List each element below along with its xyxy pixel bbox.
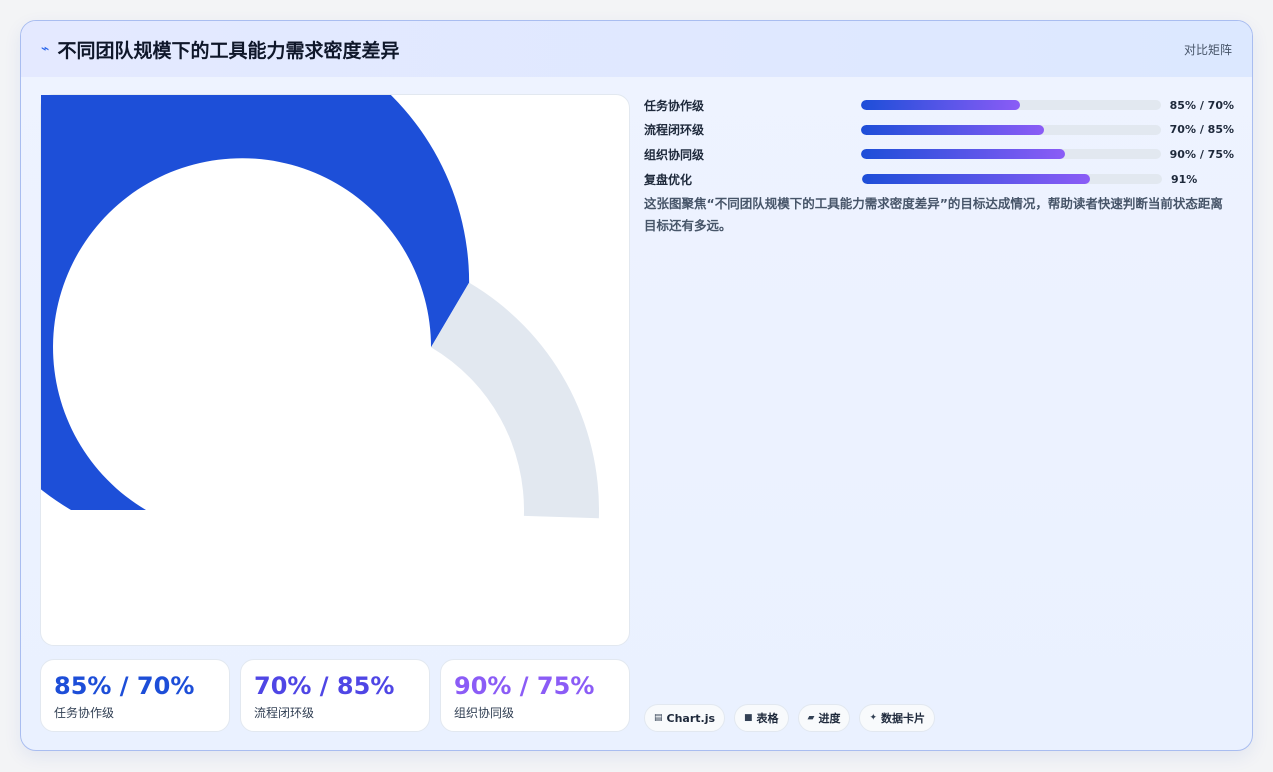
feature-chips: ▤ Chart.js ■ 表格 ▰ 进度 ✦ 数据卡片 (644, 704, 936, 732)
progress-row: 复盘优化 91% (644, 167, 1234, 192)
chip-label: Chart.js (666, 711, 716, 725)
progress-track (862, 174, 1162, 185)
chip-label: 数据卡片 (881, 712, 926, 725)
progress-label: 复盘优化 (644, 172, 693, 187)
pulse-icon: ⌁ (41, 41, 50, 57)
table-icon: ■ (744, 713, 753, 723)
progress-value: 90% / 75% (1169, 147, 1234, 161)
gauge-remaining-arc (431, 282, 599, 519)
progress-label: 流程闭环级 (644, 123, 705, 138)
chip-label: 表格 (756, 712, 779, 725)
progress-track (861, 124, 1161, 135)
stat-card-task: 85% / 70% 任务协作级 (40, 659, 230, 732)
page-title: 不同团队规模下的工具能力需求密度差异 (57, 39, 400, 62)
stat-label: 组织协同级 (454, 706, 515, 720)
progress-row: 组织协同级 90% / 75% (644, 142, 1234, 167)
chip-label: 进度 (818, 712, 841, 725)
progress-fill (861, 149, 1065, 160)
progress-fill (861, 100, 1021, 111)
gauge-value-arc (41, 95, 470, 510)
code-icon: ▤ (654, 713, 663, 723)
stat-card-process: 70% / 85% 流程闭环级 (240, 659, 430, 732)
progress-list: 任务协作级 85% / 70% 流程闭环级 70% / 85% 组织协同级 90… (644, 93, 1234, 191)
chip-chartjs[interactable]: ▤ Chart.js (644, 704, 726, 732)
stat-card-org: 90% / 75% 组织协同级 (440, 659, 630, 732)
chip-progress[interactable]: ▰ 进度 (797, 704, 851, 732)
stat-label: 任务协作级 (54, 706, 115, 720)
progress-icon: ▰ (807, 713, 815, 723)
report-card: ⌁ 不同团队规模下的工具能力需求密度差异 对比矩阵 85% / 70% 任务协作… (20, 20, 1253, 751)
chip-data-card[interactable]: ✦ 数据卡片 (859, 704, 936, 732)
progress-row: 流程闭环级 70% / 85% (644, 118, 1234, 143)
chip-table[interactable]: ■ 表格 (734, 704, 789, 732)
progress-value: 91% (1171, 172, 1198, 186)
sparkle-icon: ✦ (869, 713, 878, 723)
progress-track (861, 149, 1161, 160)
card-header: ⌁ 不同团队规模下的工具能力需求密度差异 对比矩阵 (21, 21, 1252, 77)
progress-track (861, 100, 1161, 111)
progress-fill (862, 174, 1090, 185)
stat-value: 85% / 70% (54, 672, 195, 700)
view-tag: 对比矩阵 (1183, 42, 1232, 57)
progress-fill (861, 124, 1044, 135)
stat-value: 70% / 85% (254, 672, 395, 700)
gauge-chart-panel (40, 94, 630, 646)
gauge-chart (41, 95, 599, 519)
progress-value: 70% / 85% (1169, 123, 1234, 137)
progress-row: 任务协作级 85% / 70% (644, 93, 1234, 118)
progress-label: 任务协作级 (644, 98, 705, 113)
chart-description: 这张图聚焦“不同团队规模下的工具能力需求密度差异”的目标达成情况，帮助读者快速判… (644, 196, 1223, 233)
progress-label: 组织协同级 (644, 147, 705, 162)
stat-label: 流程闭环级 (254, 706, 315, 720)
progress-value: 85% / 70% (1169, 98, 1234, 112)
stat-value: 90% / 75% (454, 672, 595, 700)
